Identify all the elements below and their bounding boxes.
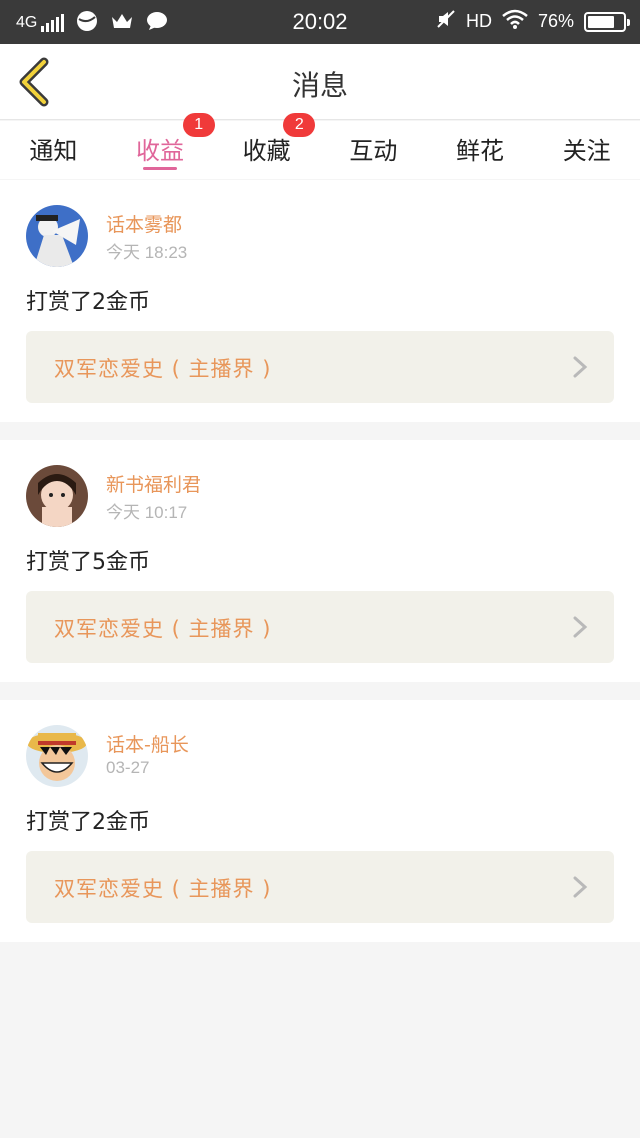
user-name[interactable]: 新书福利君 bbox=[106, 470, 201, 497]
tab-flowers[interactable]: 鲜花 bbox=[427, 121, 534, 179]
chevron-right-icon bbox=[573, 616, 588, 638]
message-time: 03-27 bbox=[106, 758, 150, 777]
book-link[interactable]: 双军恋爱史 ( 主播界 ) bbox=[26, 331, 614, 403]
message-time: 今天 10:17 bbox=[106, 503, 188, 522]
tab-earnings[interactable]: 收益 1 bbox=[107, 113, 215, 179]
status-bar: 4G 20:02 HD 76% bbox=[0, 0, 640, 44]
back-button[interactable] bbox=[14, 54, 60, 110]
message-text: 打赏了2金币 bbox=[26, 810, 150, 835]
tab-label: 鲜花 bbox=[456, 137, 505, 165]
battery-icon bbox=[584, 11, 630, 32]
tab-label: 互动 bbox=[349, 137, 398, 165]
unread-badge: 2 bbox=[283, 113, 316, 137]
active-tab-indicator bbox=[143, 167, 177, 170]
wifi-icon bbox=[502, 9, 528, 34]
tab-favorites[interactable]: 收藏 2 bbox=[213, 113, 320, 179]
message-card: 话本-船长 03-27 打赏了2金币 双军恋爱史 ( 主播界 ) bbox=[0, 700, 640, 942]
avatar[interactable] bbox=[26, 725, 88, 787]
message-card: 新书福利君 今天 10:17 打赏了5金币 双军恋爱史 ( 主播界 ) bbox=[0, 440, 640, 682]
unread-badge: 1 bbox=[182, 113, 215, 137]
tab-label: 关注 bbox=[562, 137, 611, 165]
book-link-title: 双军恋爱史 ( 主播界 ) bbox=[54, 357, 272, 381]
message-time: 今天 18:23 bbox=[106, 243, 188, 262]
message-card: 话本雾都 今天 18:23 打赏了2金币 双军恋爱史 ( 主播界 ) bbox=[0, 180, 640, 422]
tab-bar: 通知 收益 1 收藏 2 互动 鲜花 关注 bbox=[0, 113, 640, 179]
tab-notice[interactable]: 通知 bbox=[0, 121, 107, 179]
message-text: 打赏了5金币 bbox=[26, 550, 150, 575]
avatar[interactable] bbox=[26, 465, 88, 527]
book-link[interactable]: 双军恋爱史 ( 主播界 ) bbox=[26, 851, 614, 923]
ball-icon bbox=[76, 10, 98, 36]
page-title: 消息 bbox=[291, 69, 348, 102]
crown-icon bbox=[110, 11, 134, 35]
avatar[interactable] bbox=[26, 205, 88, 267]
chevron-right-icon bbox=[573, 356, 588, 378]
network-type: 4G bbox=[16, 14, 38, 31]
user-name[interactable]: 话本-船长 bbox=[106, 730, 189, 757]
message-text: 打赏了2金币 bbox=[26, 290, 150, 315]
mute-icon bbox=[436, 9, 456, 34]
tab-follow[interactable]: 关注 bbox=[533, 121, 640, 179]
book-link-title: 双军恋爱史 ( 主播界 ) bbox=[54, 617, 272, 641]
header: 消息 bbox=[0, 44, 640, 120]
back-arrow-icon bbox=[19, 57, 49, 107]
tab-label: 收益 bbox=[136, 137, 184, 165]
battery-percent: 76% bbox=[537, 11, 574, 31]
tab-label: 通知 bbox=[29, 137, 78, 165]
tab-interaction[interactable]: 互动 bbox=[320, 121, 427, 179]
hd-label: HD bbox=[465, 11, 492, 31]
user-name[interactable]: 话本雾都 bbox=[106, 210, 182, 237]
book-link-title: 双军恋爱史 ( 主播界 ) bbox=[54, 877, 272, 901]
book-link[interactable]: 双军恋爱史 ( 主播界 ) bbox=[26, 591, 614, 663]
chevron-right-icon bbox=[573, 876, 588, 898]
chat-bubble-icon bbox=[146, 11, 168, 35]
signal-icon bbox=[41, 14, 65, 32]
tab-label: 收藏 bbox=[242, 137, 291, 165]
